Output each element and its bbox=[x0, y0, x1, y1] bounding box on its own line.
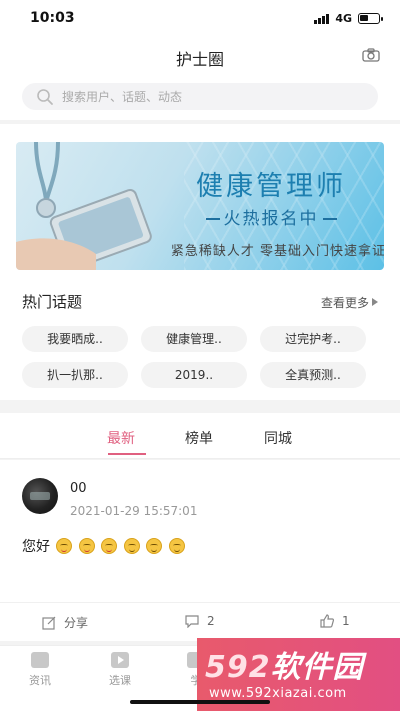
comment-count: 2 bbox=[207, 614, 215, 628]
home-indicator bbox=[130, 700, 270, 704]
chevron-right-icon bbox=[372, 298, 378, 306]
banner-subtitle-row: 火热报名中 bbox=[166, 204, 376, 229]
topic-chip[interactable]: 全真预测.. bbox=[260, 362, 366, 388]
search-input[interactable] bbox=[62, 83, 362, 110]
topic-chip[interactable]: 健康管理.. bbox=[141, 326, 247, 352]
comment-icon bbox=[185, 615, 199, 628]
smile-emoji-icon bbox=[168, 538, 185, 554]
topic-chip[interactable]: 2019.. bbox=[141, 362, 247, 388]
status-bar: 10:03 4G bbox=[0, 0, 400, 36]
post-text: 您好 bbox=[22, 536, 185, 556]
tab-latest[interactable]: 最新 bbox=[107, 428, 135, 448]
watermark-logo: 592软件园 bbox=[205, 642, 364, 686]
avatar[interactable] bbox=[22, 478, 58, 514]
watermark-logo-digits: 592 bbox=[205, 650, 271, 685]
topic-chip[interactable]: 扒一扒那.. bbox=[22, 362, 128, 388]
share-button[interactable]: 分享 bbox=[42, 614, 88, 631]
search-icon bbox=[37, 89, 53, 105]
video-icon bbox=[111, 652, 129, 668]
post-card[interactable]: 00 2021-01-29 15:57:01 您好 分享 2 1 bbox=[0, 460, 400, 641]
nav-item-news[interactable]: 资讯 bbox=[20, 652, 60, 688]
smile-emoji-icon bbox=[146, 538, 163, 554]
search-bar[interactable] bbox=[22, 83, 378, 110]
camera-icon[interactable] bbox=[362, 48, 380, 62]
banner-title: 健康管理师 bbox=[196, 171, 346, 202]
post-timestamp: 2021-01-29 15:57:01 bbox=[70, 504, 198, 518]
nav-bar: 护士圈 bbox=[0, 36, 400, 74]
feed-tabs: 最新 榜单 同城 bbox=[0, 413, 400, 459]
nav-item-courses[interactable]: 选课 bbox=[100, 652, 140, 688]
like-count: 1 bbox=[342, 614, 350, 628]
tab-nearby[interactable]: 同城 bbox=[264, 428, 292, 448]
view-more-label: 查看更多 bbox=[320, 296, 369, 310]
topic-chip[interactable]: 我要晒成.. bbox=[22, 326, 128, 352]
battery-icon bbox=[358, 13, 383, 24]
post-text-content: 您好 bbox=[22, 539, 50, 555]
ad-banner[interactable]: 健康管理师 火热报名中 紧急稀缺人才 零基础入门快速拿证 bbox=[16, 142, 384, 270]
comment-button[interactable]: 2 bbox=[185, 614, 215, 628]
smile-emoji-icon bbox=[78, 538, 95, 554]
thumbs-up-icon bbox=[320, 614, 334, 628]
post-username[interactable]: 00 bbox=[70, 481, 87, 496]
banner-dash-right bbox=[322, 218, 337, 220]
network-type: 4G bbox=[335, 12, 352, 25]
banner-subtitle: 火热报名中 bbox=[223, 209, 319, 229]
status-time: 10:03 bbox=[30, 10, 75, 26]
active-tab-indicator bbox=[108, 453, 146, 455]
page-title: 护士圈 bbox=[175, 50, 224, 69]
banner-tagline: 紧急稀缺人才 零基础入门快速拿证 bbox=[170, 244, 384, 259]
status-indicators: 4G bbox=[314, 12, 383, 25]
view-more-link[interactable]: 查看更多 bbox=[321, 294, 378, 311]
nav-item-label: 选课 bbox=[109, 674, 131, 687]
smile-emoji-icon bbox=[123, 538, 140, 554]
news-icon bbox=[31, 652, 49, 668]
tab-ranking[interactable]: 榜单 bbox=[185, 428, 213, 448]
signal-icon bbox=[314, 13, 330, 24]
nav-item-label: 资讯 bbox=[29, 674, 51, 687]
banner-dash-left bbox=[205, 218, 220, 220]
share-icon bbox=[42, 616, 56, 630]
watermark-logo-text: 软件园 bbox=[270, 650, 364, 685]
hot-topics-title: 热门话题 bbox=[22, 293, 83, 311]
smile-emoji-icon bbox=[56, 538, 73, 554]
like-button[interactable]: 1 bbox=[320, 614, 350, 628]
share-label: 分享 bbox=[64, 616, 89, 630]
main-content: 健康管理师 火热报名中 紧急稀缺人才 零基础入门快速拿证 热门话题 查看更多 我… bbox=[0, 124, 400, 400]
search-section bbox=[0, 74, 400, 120]
smile-emoji-icon bbox=[101, 538, 118, 554]
topic-chip[interactable]: 过完护考.. bbox=[260, 326, 366, 352]
post-actions: 分享 2 1 bbox=[0, 602, 400, 641]
watermark-url: www.592xiazai.com bbox=[209, 686, 347, 701]
